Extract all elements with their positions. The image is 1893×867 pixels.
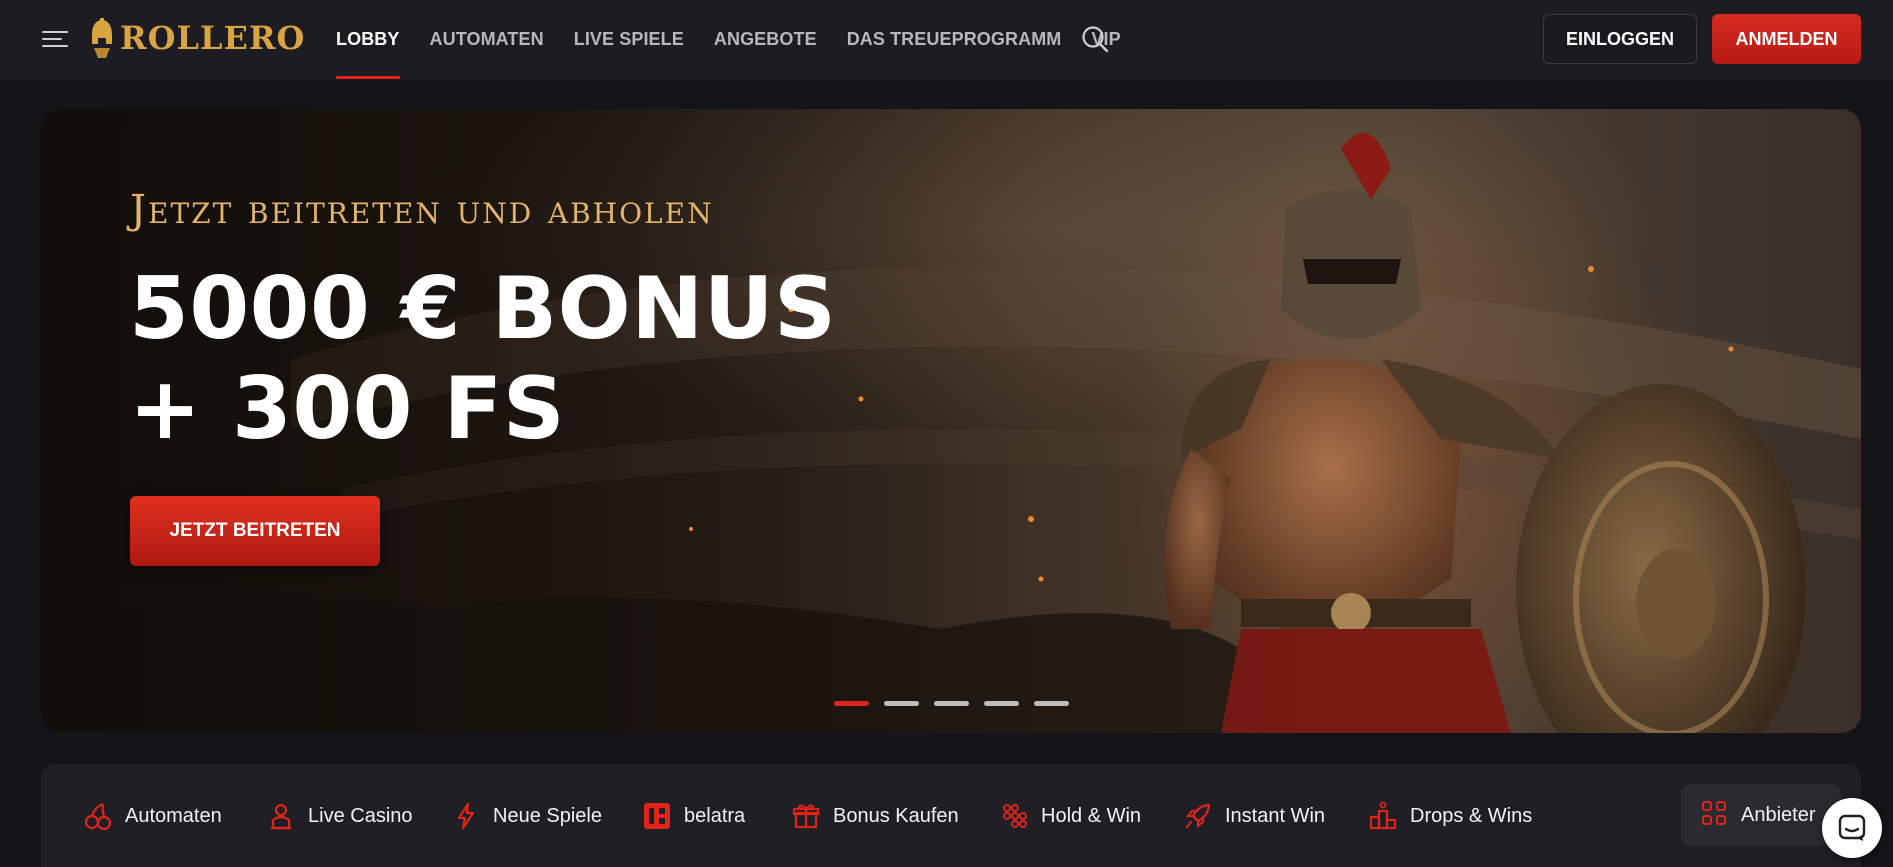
- category-label: Automaten: [125, 804, 222, 827]
- hero-banner[interactable]: Jetzt beitreten und abholen 5000 € BONUS…: [41, 109, 1861, 733]
- gift-icon: [791, 801, 821, 831]
- category-instant-win[interactable]: Instant Win: [1183, 796, 1325, 836]
- slide-dot-5[interactable]: [1034, 701, 1069, 706]
- menu-icon[interactable]: [42, 28, 70, 50]
- category-label: Live Casino: [308, 804, 413, 827]
- category-label: Neue Spiele: [493, 804, 602, 827]
- search-icon[interactable]: [1080, 24, 1110, 54]
- join-now-button[interactable]: JETZT BEITRETEN: [130, 496, 380, 566]
- belatra-logo-icon: [642, 801, 672, 831]
- nav-lobby[interactable]: LOBBY: [336, 0, 400, 79]
- category-neue-spiele[interactable]: Neue Spiele: [451, 796, 602, 836]
- slide-dot-1[interactable]: [834, 701, 869, 706]
- register-button[interactable]: ANMELDEN: [1712, 14, 1861, 64]
- nav-treueprogramm[interactable]: DAS TREUEPROGRAMM: [847, 0, 1062, 79]
- top-header: ROLLERO LOBBY AUTOMATEN LIVE SPIELE ANGE…: [0, 0, 1893, 79]
- category-bar: Automaten Live Casino Neue Spiele belatr…: [41, 764, 1861, 867]
- nav-angebote[interactable]: ANGEBOTE: [714, 0, 817, 79]
- category-live-casino[interactable]: Live Casino: [266, 796, 413, 836]
- slide-dot-3[interactable]: [934, 701, 969, 706]
- category-bonus-kaufen[interactable]: Bonus Kaufen: [791, 796, 959, 836]
- provider-button[interactable]: Anbieter: [1681, 784, 1841, 846]
- slide-dot-4[interactable]: [984, 701, 1019, 706]
- lightning-icon: [451, 801, 481, 831]
- headline-line-1: 5000 € BONUS: [129, 259, 837, 359]
- cherry-icon: [83, 801, 113, 831]
- slide-dot-2[interactable]: [884, 701, 919, 706]
- grid-icon: [1701, 800, 1727, 831]
- category-label: Bonus Kaufen: [833, 804, 959, 827]
- banner-subtitle: Jetzt beitreten und abholen: [130, 187, 714, 233]
- logo-text: ROLLERO: [120, 19, 306, 57]
- chat-launcher-button[interactable]: [1822, 798, 1882, 858]
- main-nav: LOBBY AUTOMATEN LIVE SPIELE ANGEBOTE DAS…: [336, 0, 1151, 79]
- provider-label: Anbieter: [1741, 803, 1816, 826]
- site-logo[interactable]: ROLLERO: [88, 14, 305, 62]
- nav-automaten[interactable]: AUTOMATEN: [430, 0, 544, 79]
- category-label: Instant Win: [1225, 804, 1326, 827]
- banner-headline: 5000 € BONUS + 300 FS: [129, 259, 929, 459]
- spartan-helmet-icon: [92, 18, 112, 58]
- login-button[interactable]: EINLOGGEN: [1543, 14, 1697, 64]
- dots-grid-icon: [999, 801, 1029, 831]
- category-belatra[interactable]: belatra: [642, 796, 745, 836]
- category-automaten[interactable]: Automaten: [83, 796, 222, 836]
- rocket-icon: [1183, 801, 1213, 831]
- headline-line-2: + 300 FS: [129, 359, 566, 459]
- slider-dots: [834, 701, 1069, 706]
- category-label: belatra: [684, 804, 746, 827]
- category-label: Hold & Win: [1041, 804, 1142, 827]
- dealer-icon: [266, 801, 296, 831]
- podium-icon: [1368, 801, 1398, 831]
- chat-icon: [1838, 814, 1866, 841]
- category-label: Drops & Wins: [1410, 804, 1533, 827]
- nav-live-spiele[interactable]: LIVE SPIELE: [574, 0, 684, 79]
- category-hold-and-win[interactable]: Hold & Win: [999, 796, 1141, 836]
- category-drops-and-wins[interactable]: Drops & Wins: [1368, 796, 1532, 836]
